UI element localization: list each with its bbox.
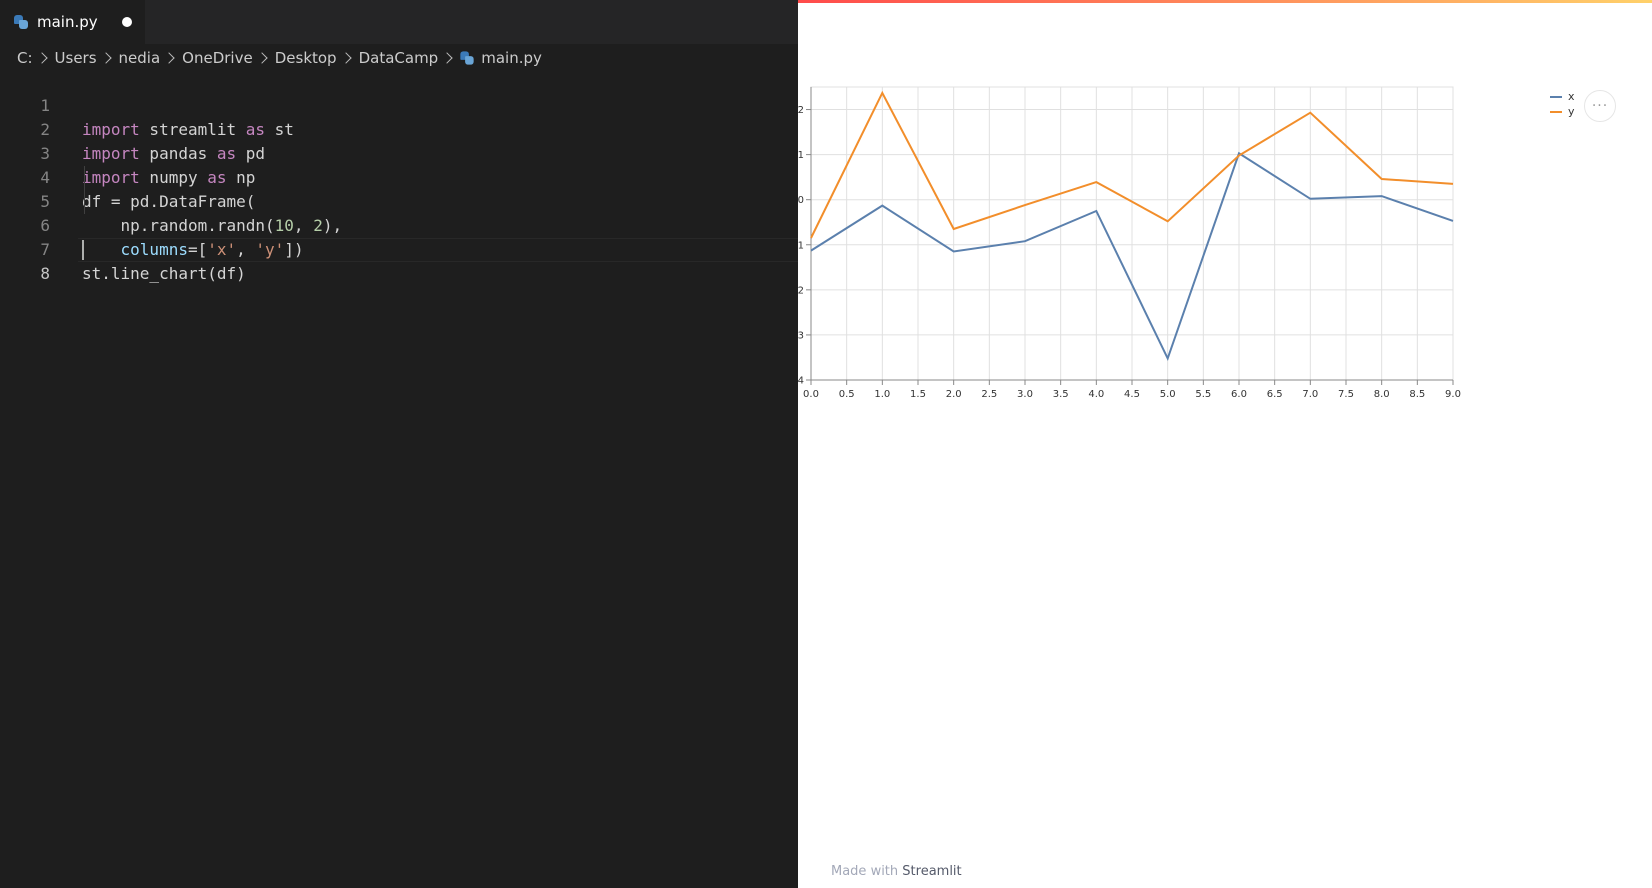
tab-label: main.py [37, 13, 98, 31]
chart-grid [810, 86, 1454, 381]
x-tick-label: 2.0 [946, 389, 962, 400]
python-icon [14, 15, 28, 29]
streamlit-link[interactable]: Streamlit [902, 864, 961, 879]
breadcrumb-item-file[interactable]: main.py [481, 49, 542, 67]
y-tick-label: −3 [798, 330, 804, 341]
more-options-button[interactable]: ··· [1584, 90, 1616, 122]
breadcrumb-item-drive[interactable]: C: [17, 49, 33, 67]
tab-main-py[interactable]: main.py [0, 0, 145, 44]
code-editor[interactable]: main.py C: Users nedia OneDrive Desktop … [0, 0, 798, 888]
code-line[interactable]: 2 import pandas as pd [0, 94, 798, 163]
x-tick-label: 2.5 [981, 389, 997, 400]
python-icon [460, 51, 474, 65]
y-tick-label: −2 [798, 285, 804, 296]
line-chart[interactable]: 0.0 0.5 1.0 1.5 2.0 2.5 3.0 3.5 4.0 4.5 5.0 5.5 6.0 6… [798, 80, 1568, 430]
chevron-right-icon [35, 52, 48, 64]
y-tick-label: 2 [798, 105, 804, 116]
x-tick-label: 6.5 [1267, 389, 1283, 400]
breadcrumb-item-datacamp[interactable]: DataCamp [359, 49, 439, 67]
x-tick-label: 9.0 [1445, 389, 1461, 400]
x-tick-label: 1.0 [874, 389, 890, 400]
x-tick-label: 3.0 [1017, 389, 1033, 400]
y-tick-label: 0 [798, 195, 804, 206]
y-tick-label: −4 [798, 376, 804, 387]
y-tick-label: −1 [798, 240, 804, 251]
breadcrumb-item-user[interactable]: nedia [119, 49, 161, 67]
y-tick-label: 1 [798, 150, 804, 161]
x-tick-label: 8.0 [1374, 389, 1390, 400]
x-tick-label: 0.5 [839, 389, 855, 400]
current-line-highlight [78, 238, 798, 262]
code-line[interactable]: 5 np.random.randn(10, 2), [0, 166, 798, 235]
code-line[interactable]: 6 columns=['x', 'y']) [0, 190, 798, 259]
x-tick-label: 1.5 [910, 389, 926, 400]
x-tick-label: 0.0 [803, 389, 819, 400]
legend-item-y[interactable]: y [1550, 104, 1575, 119]
code-area[interactable]: 1 import streamlit as st 2 import pandas… [0, 70, 798, 283]
x-tick-label: 5.5 [1195, 389, 1211, 400]
chart-axes: 0.0 0.5 1.0 1.5 2.0 2.5 3.0 3.5 4.0 4.5 5.0 5.5 6.0 6… [798, 87, 1461, 400]
chevron-right-icon [163, 52, 175, 64]
footer: Made with Streamlit [831, 864, 962, 879]
code-line[interactable]: 1 import streamlit as st [0, 70, 798, 139]
text-cursor [82, 240, 84, 260]
x-tick-label: 7.0 [1302, 389, 1318, 400]
legend-label: y [1568, 105, 1575, 118]
x-tick-label: 8.5 [1409, 389, 1425, 400]
line-number: 8 [40, 264, 50, 283]
footer-text: Made with [831, 864, 903, 879]
breadcrumb: C: Users nedia OneDrive Desktop DataCamp… [17, 47, 542, 69]
breadcrumb-item-users[interactable]: Users [55, 49, 97, 67]
x-tick-label: 3.5 [1053, 389, 1069, 400]
x-tick-label: 4.0 [1088, 389, 1104, 400]
chevron-right-icon [441, 52, 453, 64]
breadcrumb-item-desktop[interactable]: Desktop [275, 49, 337, 67]
legend-item-x[interactable]: x [1550, 89, 1575, 104]
unsaved-dot-icon[interactable] [122, 17, 132, 27]
code-line[interactable]: 3 import numpy as np [0, 118, 798, 187]
legend-label: x [1568, 90, 1575, 103]
indent-guide [84, 166, 85, 214]
x-tick-label: 5.0 [1160, 389, 1176, 400]
legend-swatch [1550, 95, 1562, 98]
breadcrumb-item-onedrive[interactable]: OneDrive [182, 49, 253, 67]
tab-bar: main.py [0, 0, 798, 44]
chevron-right-icon [256, 52, 268, 64]
x-tick-label: 4.5 [1124, 389, 1140, 400]
code-line[interactable]: 4 df = pd.DataFrame( [0, 142, 798, 211]
x-tick-label: 6.0 [1231, 389, 1247, 400]
legend-swatch [1550, 110, 1562, 113]
chart-legend[interactable]: x y [1550, 89, 1575, 119]
x-tick-label: 7.5 [1338, 389, 1354, 400]
chevron-right-icon [99, 52, 112, 64]
streamlit-app: 0.0 0.5 1.0 1.5 2.0 2.5 3.0 3.5 4.0 4.5 5.0 5.5 6.0 6… [798, 0, 1652, 888]
code-text: st.line_chart(df) [82, 264, 246, 283]
chevron-right-icon [339, 52, 352, 64]
top-decoration-bar [798, 0, 1652, 3]
code-line[interactable]: 7 st.line_chart(df) [0, 214, 798, 283]
